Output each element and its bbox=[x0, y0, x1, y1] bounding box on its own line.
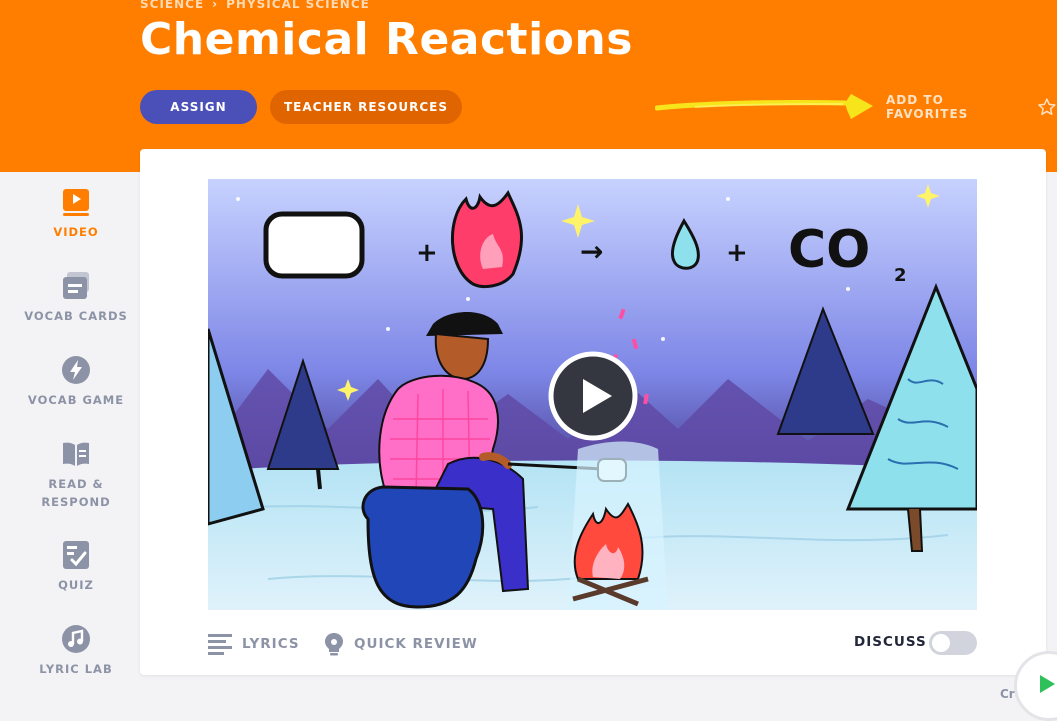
sidebar-item-vocab-game[interactable]: VOCAB GAME bbox=[20, 355, 132, 407]
formula-arrow: → bbox=[580, 235, 603, 268]
sidebar-item-label: VIDEO bbox=[53, 225, 99, 239]
breadcrumb-item-science[interactable]: SCIENCE bbox=[140, 0, 204, 11]
quick-review-label: QUICK REVIEW bbox=[354, 636, 478, 652]
highlight-arrow-icon bbox=[655, 94, 873, 119]
sidebar-item-label: VOCAB GAME bbox=[27, 393, 125, 407]
toggle-knob bbox=[932, 634, 950, 652]
lyrics-lines-icon bbox=[208, 634, 232, 655]
breadcrumb-item-physical-science[interactable]: PHYSICAL SCIENCE bbox=[226, 0, 370, 11]
add-to-favorites-button[interactable]: ADD TO FAVORITES bbox=[886, 93, 1057, 121]
page-title: Chemical Reactions bbox=[140, 14, 633, 65]
sidebar-item-label-line2: RESPOND bbox=[41, 495, 111, 509]
formula-plus-2: + bbox=[726, 238, 748, 268]
quick-review-button[interactable]: QUICK REVIEW bbox=[324, 632, 478, 656]
formula-co: CO bbox=[788, 220, 870, 280]
lightbulb-icon bbox=[325, 633, 343, 656]
discuss-toggle[interactable] bbox=[929, 631, 977, 655]
breadcrumb: SCIENCE › PHYSICAL SCIENCE bbox=[140, 0, 370, 12]
lyrics-label: LYRICS bbox=[242, 636, 300, 652]
sidebar-item-lyric-lab[interactable]: LYRIC LAB bbox=[20, 624, 132, 676]
discuss-label: DISCUSS bbox=[854, 634, 927, 650]
video-icon bbox=[63, 189, 89, 216]
sidebar-item-label: READ & bbox=[48, 477, 104, 491]
add-to-favorites-label: ADD TO FAVORITES bbox=[886, 93, 969, 121]
sidebar-item-quiz[interactable]: QUIZ bbox=[20, 540, 132, 592]
lyrics-button[interactable]: LYRICS bbox=[208, 632, 300, 656]
music-note-icon bbox=[62, 625, 90, 653]
sidebar-item-label: LYRIC LAB bbox=[39, 662, 113, 676]
sidebar-item-read-respond[interactable]: READ & RESPOND bbox=[20, 439, 132, 509]
lightning-icon bbox=[62, 356, 90, 384]
sidebar-item-video[interactable]: VIDEO bbox=[20, 187, 132, 239]
teacher-resources-button[interactable]: TEACHER RESOURCES bbox=[270, 90, 462, 124]
star-icon bbox=[1038, 98, 1056, 116]
sidebar-item-label: VOCAB CARDS bbox=[24, 309, 128, 323]
vocab-cards-icon bbox=[63, 272, 89, 299]
sidebar-item-vocab-cards[interactable]: VOCAB CARDS bbox=[20, 271, 132, 323]
book-icon bbox=[63, 442, 89, 466]
formula-subscript: 2 bbox=[894, 265, 907, 286]
quiz-check-icon bbox=[63, 541, 89, 569]
assign-button[interactable]: ASSIGN bbox=[140, 90, 257, 124]
formula-plus-1: + bbox=[416, 238, 438, 268]
play-button[interactable] bbox=[548, 351, 638, 441]
sidebar-item-label: QUIZ bbox=[58, 578, 94, 592]
chevron-right-icon: › bbox=[212, 0, 219, 11]
play-icon bbox=[1040, 675, 1055, 693]
